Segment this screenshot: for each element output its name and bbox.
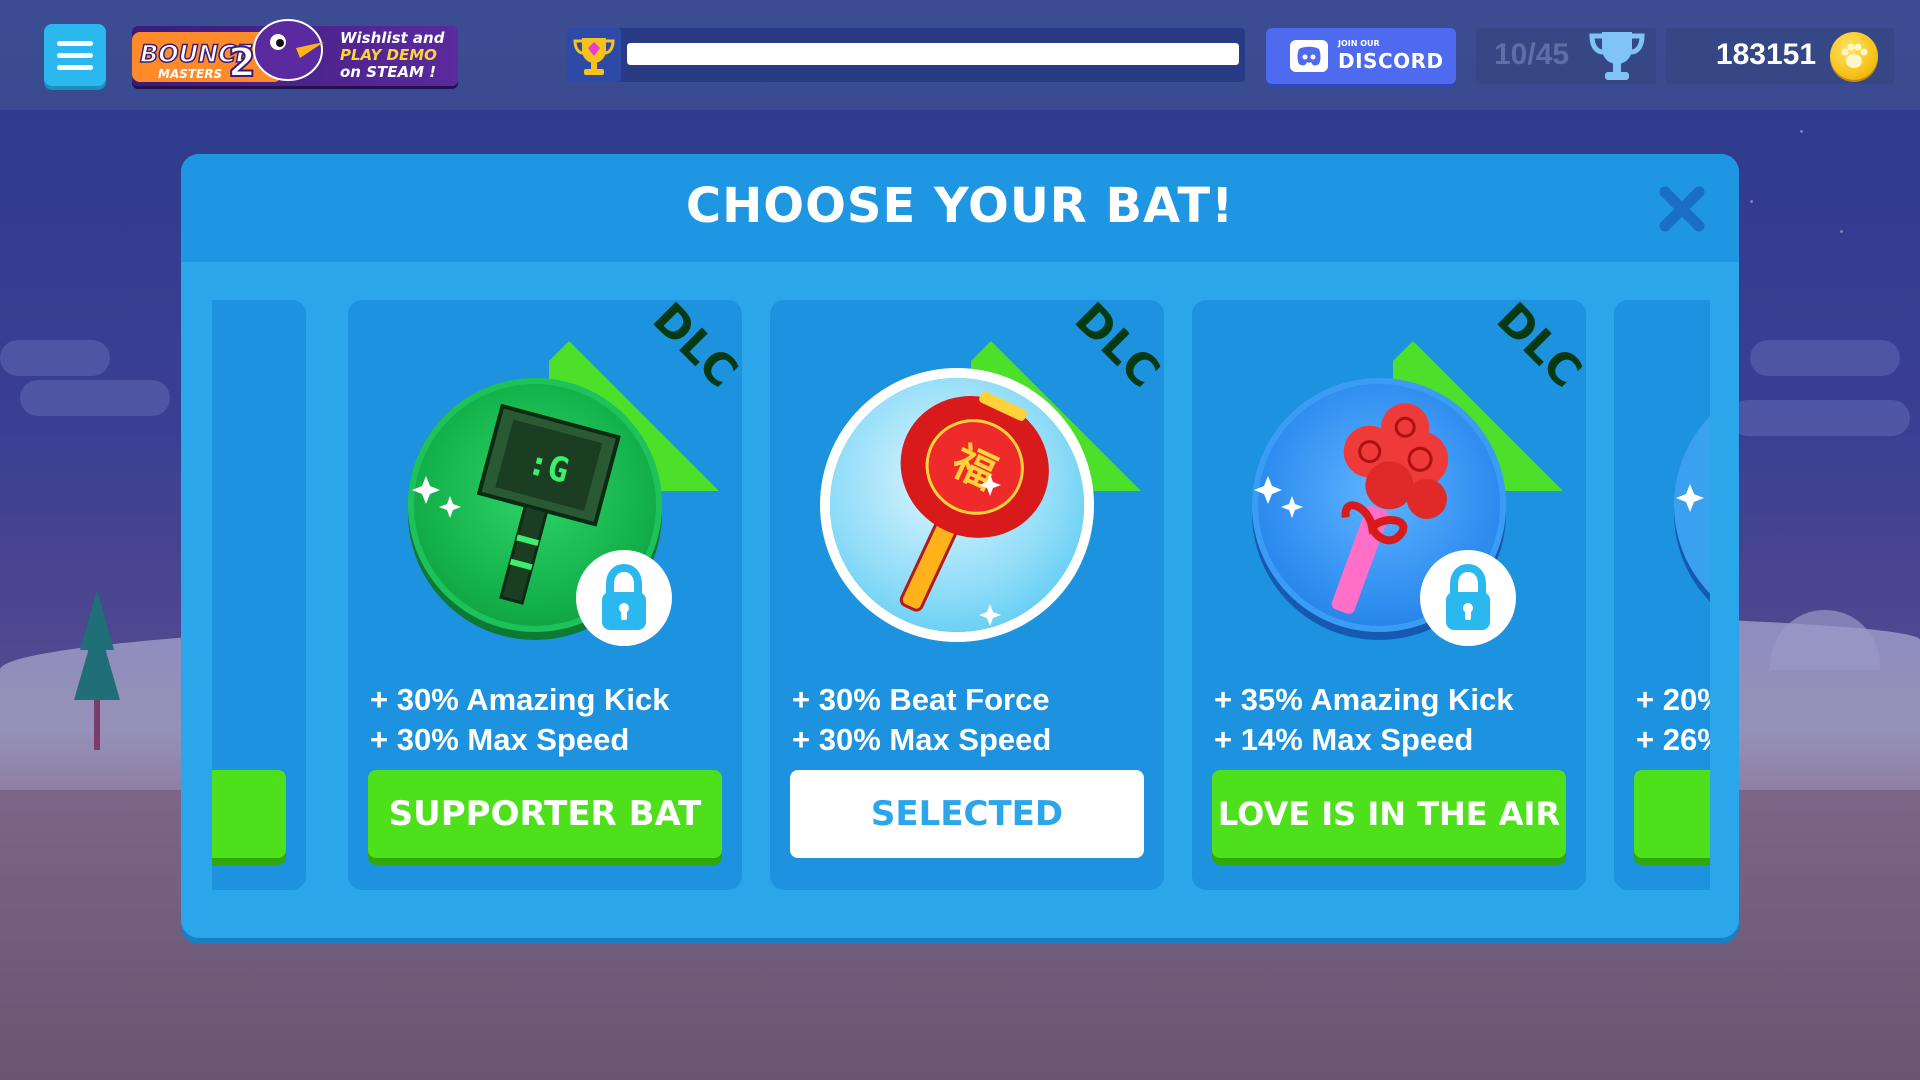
tree-icon <box>74 590 120 750</box>
paw-coin-icon <box>1830 32 1878 80</box>
cup-icon <box>1589 32 1645 80</box>
lantern-bat-medallion: 福 <box>830 378 1084 632</box>
background-cloud <box>1730 400 1910 436</box>
bat-card-supporter[interactable]: DLC :G + 30% Amazing Kick + 30% Max Spee… <box>348 300 753 890</box>
background-cloud <box>20 380 170 416</box>
top-bar: BOUNCE MASTERS 2 Wishlist and PLAY DEMO … <box>0 0 1920 110</box>
cups-count: 10/45 <box>1494 38 1570 71</box>
bat-card-bouquet[interactable]: DLC + 35% Amazing Kick + 14% Max Speed L… <box>1192 300 1597 890</box>
bat-button-partial[interactable] <box>1634 770 1710 858</box>
svg-text:MASTERS: MASTERS <box>158 67 222 81</box>
discord-small-label: JOIN OUR <box>1338 39 1380 48</box>
bat-stat: + 30% Max Speed <box>792 722 1052 757</box>
coins-counter: 183151 <box>1666 28 1894 84</box>
choose-bat-modal: CHOOSE YOUR BAT! DLC :G + 30% Amazing Ki… <box>181 154 1739 938</box>
modal-header: CHOOSE YOUR BAT! <box>181 154 1739 262</box>
lock-badge <box>576 550 672 646</box>
bat-card-partial-left[interactable] <box>212 300 306 890</box>
bat-carousel[interactable]: DLC :G + 30% Amazing Kick + 30% Max Spee… <box>212 300 1710 900</box>
promo-line1: Wishlist and <box>340 29 445 47</box>
bat-stats: + 30% Beat Force + 30% Max Speed <box>792 680 1051 760</box>
promo-line2: PLAY DEMO <box>340 46 437 64</box>
coins-count: 183151 <box>1715 38 1816 71</box>
menu-button[interactable] <box>44 24 106 86</box>
bat-medallion-partial <box>1674 378 1710 632</box>
bat-stats: + 35% Amazing Kick + 14% Max Speed <box>1214 680 1514 760</box>
bat-stat: + 30% Beat Force <box>792 682 1050 717</box>
discord-label: DISCORD <box>1338 49 1444 73</box>
modal-title: CHOOSE YOUR BAT! <box>685 178 1235 234</box>
sparkle-icon <box>1676 484 1704 512</box>
trophy-progress-fill <box>627 43 1239 65</box>
promo-text: Wishlist and PLAY DEMO on STEAM ! <box>340 30 458 81</box>
bat-stats: + 30% Amazing Kick + 30% Max Speed <box>370 680 670 760</box>
background-cloud <box>0 340 110 376</box>
svg-text:2: 2 <box>228 40 256 86</box>
bat-stats: + 20% + 26% <box>1636 680 1710 760</box>
trophy-progress <box>567 28 1245 82</box>
close-icon[interactable] <box>1655 182 1709 236</box>
bat-stat: + 26% <box>1636 722 1710 757</box>
steam-promo-banner[interactable]: BOUNCE MASTERS 2 Wishlist and PLAY DEMO … <box>132 19 458 87</box>
lock-icon <box>1446 563 1490 630</box>
background-cloud <box>1750 340 1900 376</box>
bat-stat: + 30% Amazing Kick <box>370 682 670 717</box>
bat-stat: + 14% Max Speed <box>1214 722 1474 757</box>
bat-stat: + 20% <box>1636 682 1710 717</box>
lock-icon <box>602 563 646 630</box>
lantern-bat-icon: 福 <box>899 391 1049 626</box>
bat-card-lantern[interactable]: DLC 福 + 30% Beat Force + 30% Max Speed S… <box>770 300 1175 890</box>
cups-counter: 10/45 <box>1476 28 1656 84</box>
menu-icon-line <box>57 40 93 46</box>
discord-button[interactable]: JOIN OUR DISCORD <box>1266 28 1456 84</box>
supporter-bat-button[interactable]: SUPPORTER BAT <box>368 770 722 858</box>
bat-stat: + 35% Amazing Kick <box>1214 682 1514 717</box>
discord-icon <box>1290 40 1328 72</box>
trophy-progress-track <box>627 43 1239 65</box>
lock-badge <box>1420 550 1516 646</box>
promo-line3: on STEAM ! <box>340 63 437 81</box>
trophy-icon <box>573 38 615 75</box>
bounce-masters-2-logo: BOUNCE MASTERS 2 <box>132 19 324 87</box>
menu-icon-line <box>57 52 93 58</box>
bat-card-partial-right[interactable]: + 20% + 26% <box>1614 300 1710 890</box>
selected-button[interactable]: SELECTED <box>790 770 1144 858</box>
menu-icon-line <box>57 64 93 70</box>
love-is-in-the-air-button[interactable]: LOVE IS IN THE AIR <box>1212 770 1566 858</box>
bat-stat: + 30% Max Speed <box>370 722 630 757</box>
bat-button-partial[interactable] <box>212 770 286 858</box>
trophy-badge <box>567 28 621 82</box>
